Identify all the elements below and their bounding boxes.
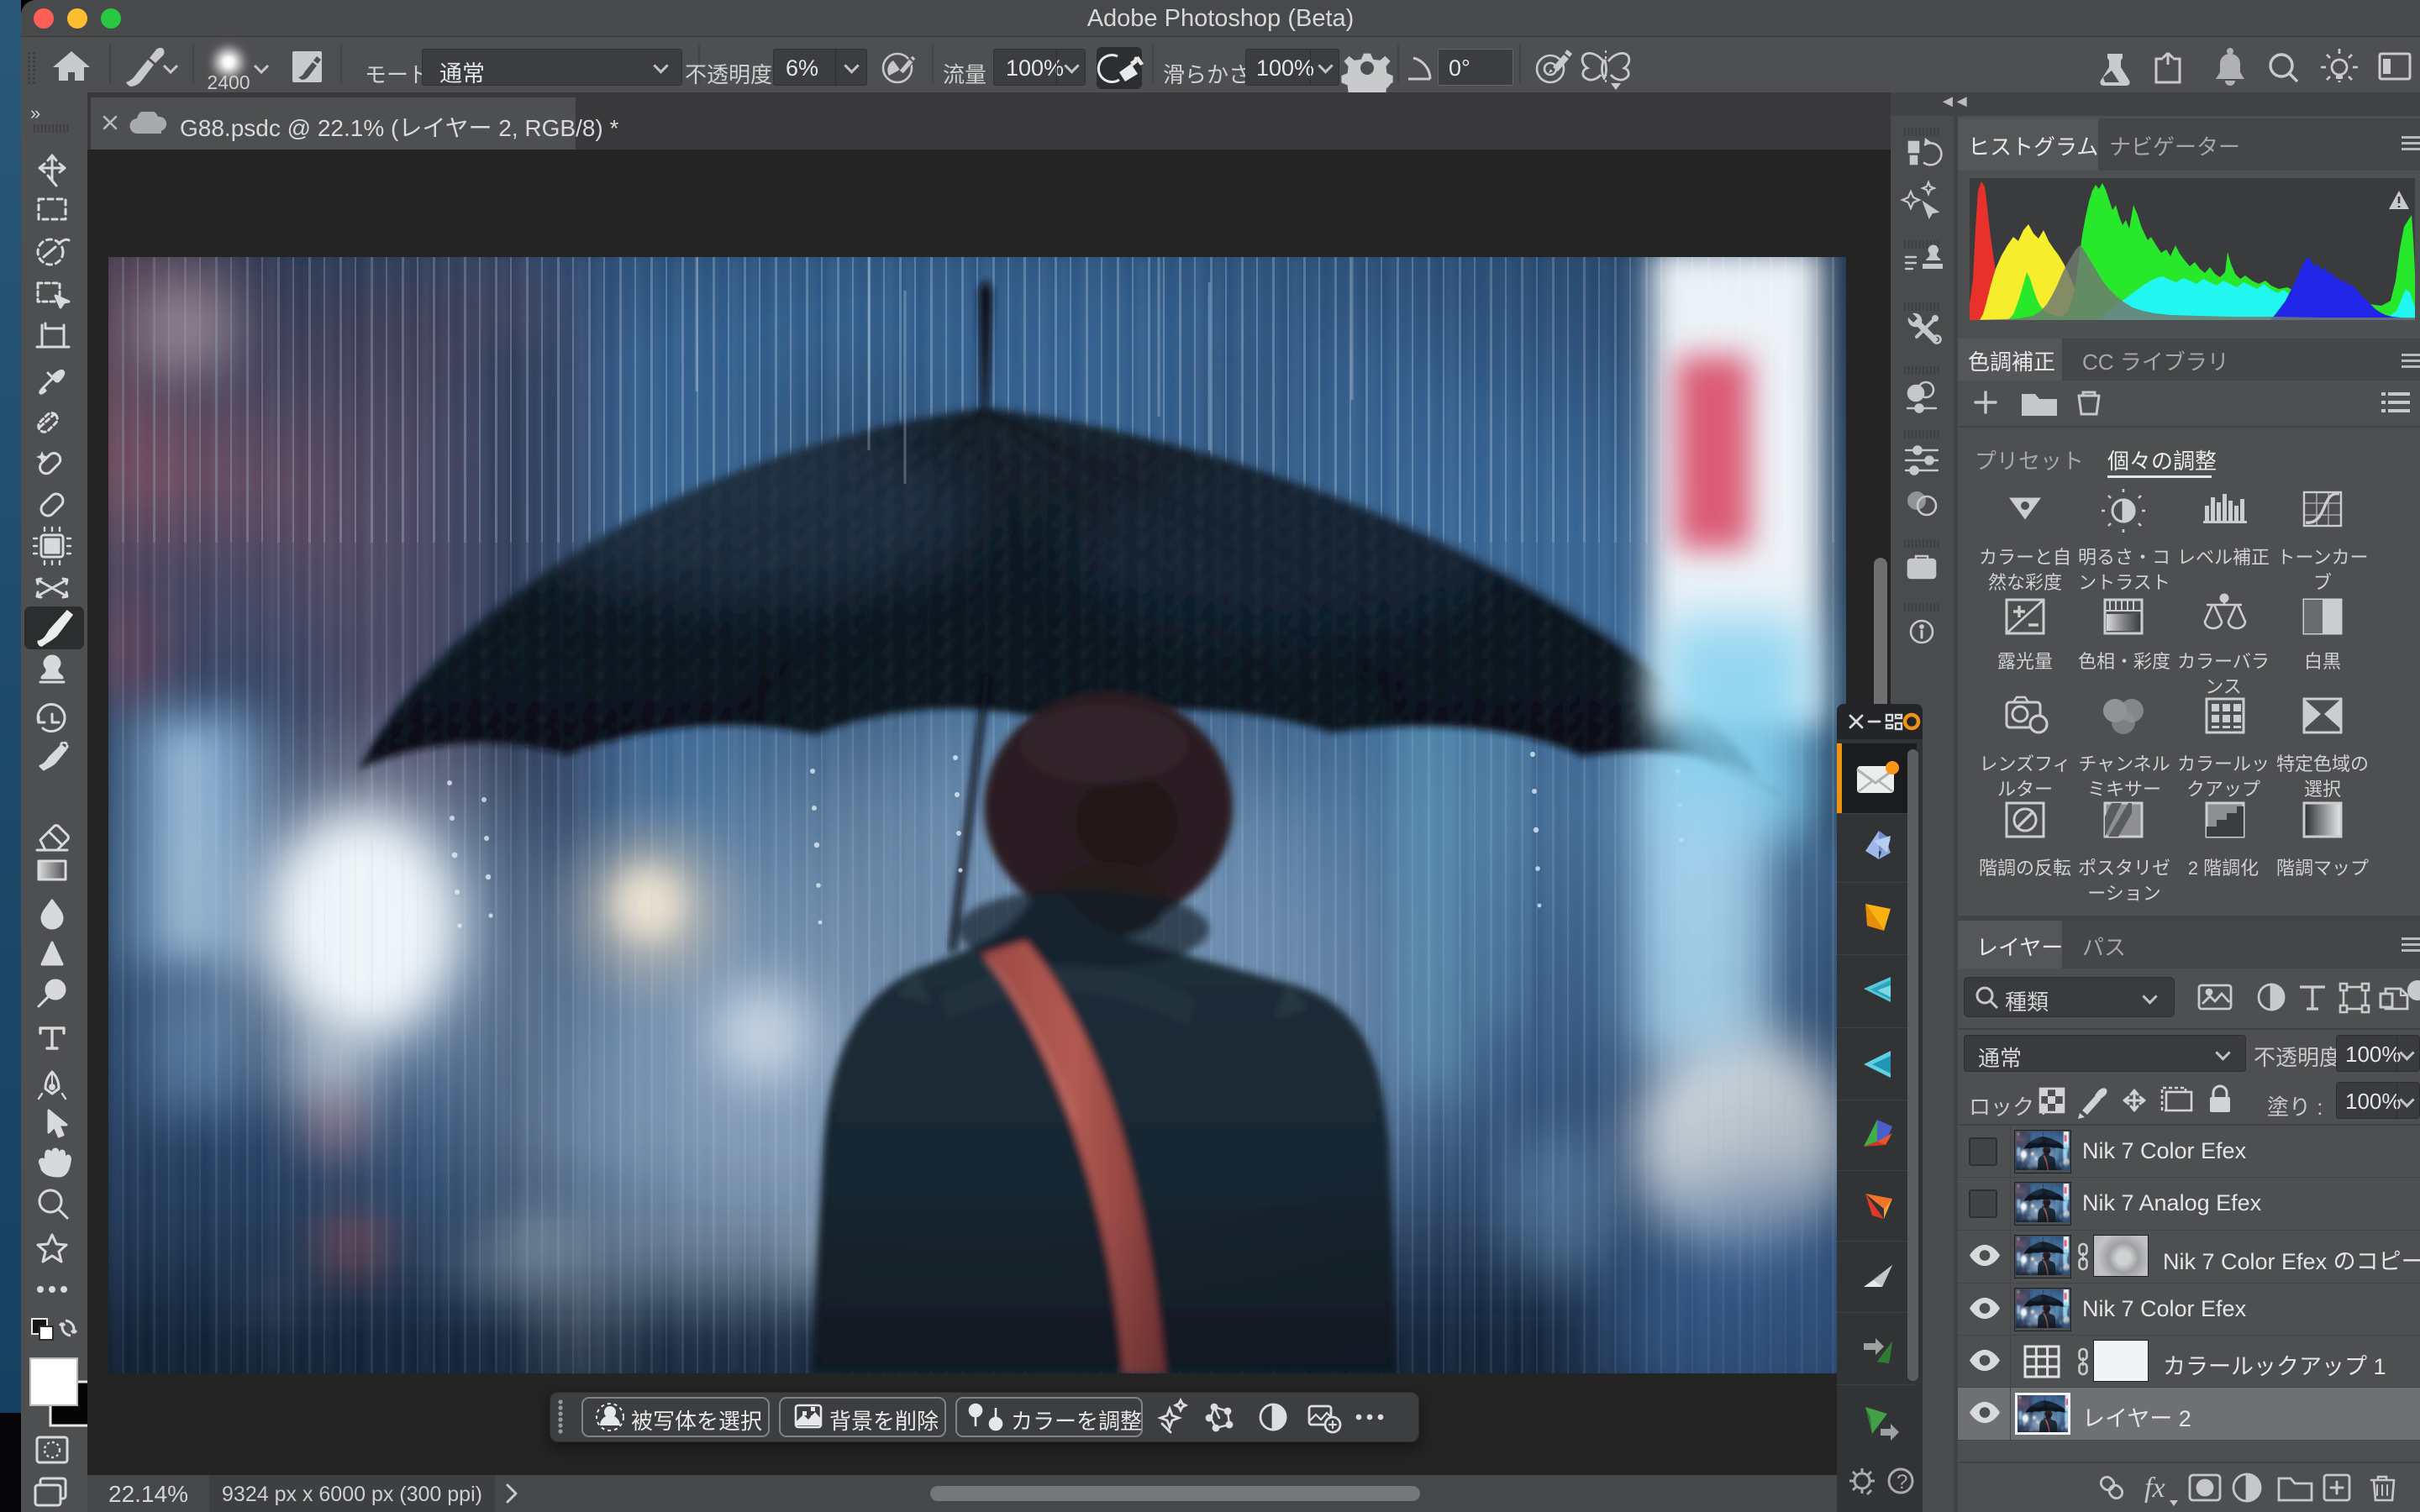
- svg-text:?: ?: [1897, 1471, 1907, 1494]
- svg-text:2400: 2400: [207, 71, 250, 92]
- svg-text:fx: fx: [2144, 1473, 2165, 1504]
- svg-text:»: »: [30, 102, 40, 123]
